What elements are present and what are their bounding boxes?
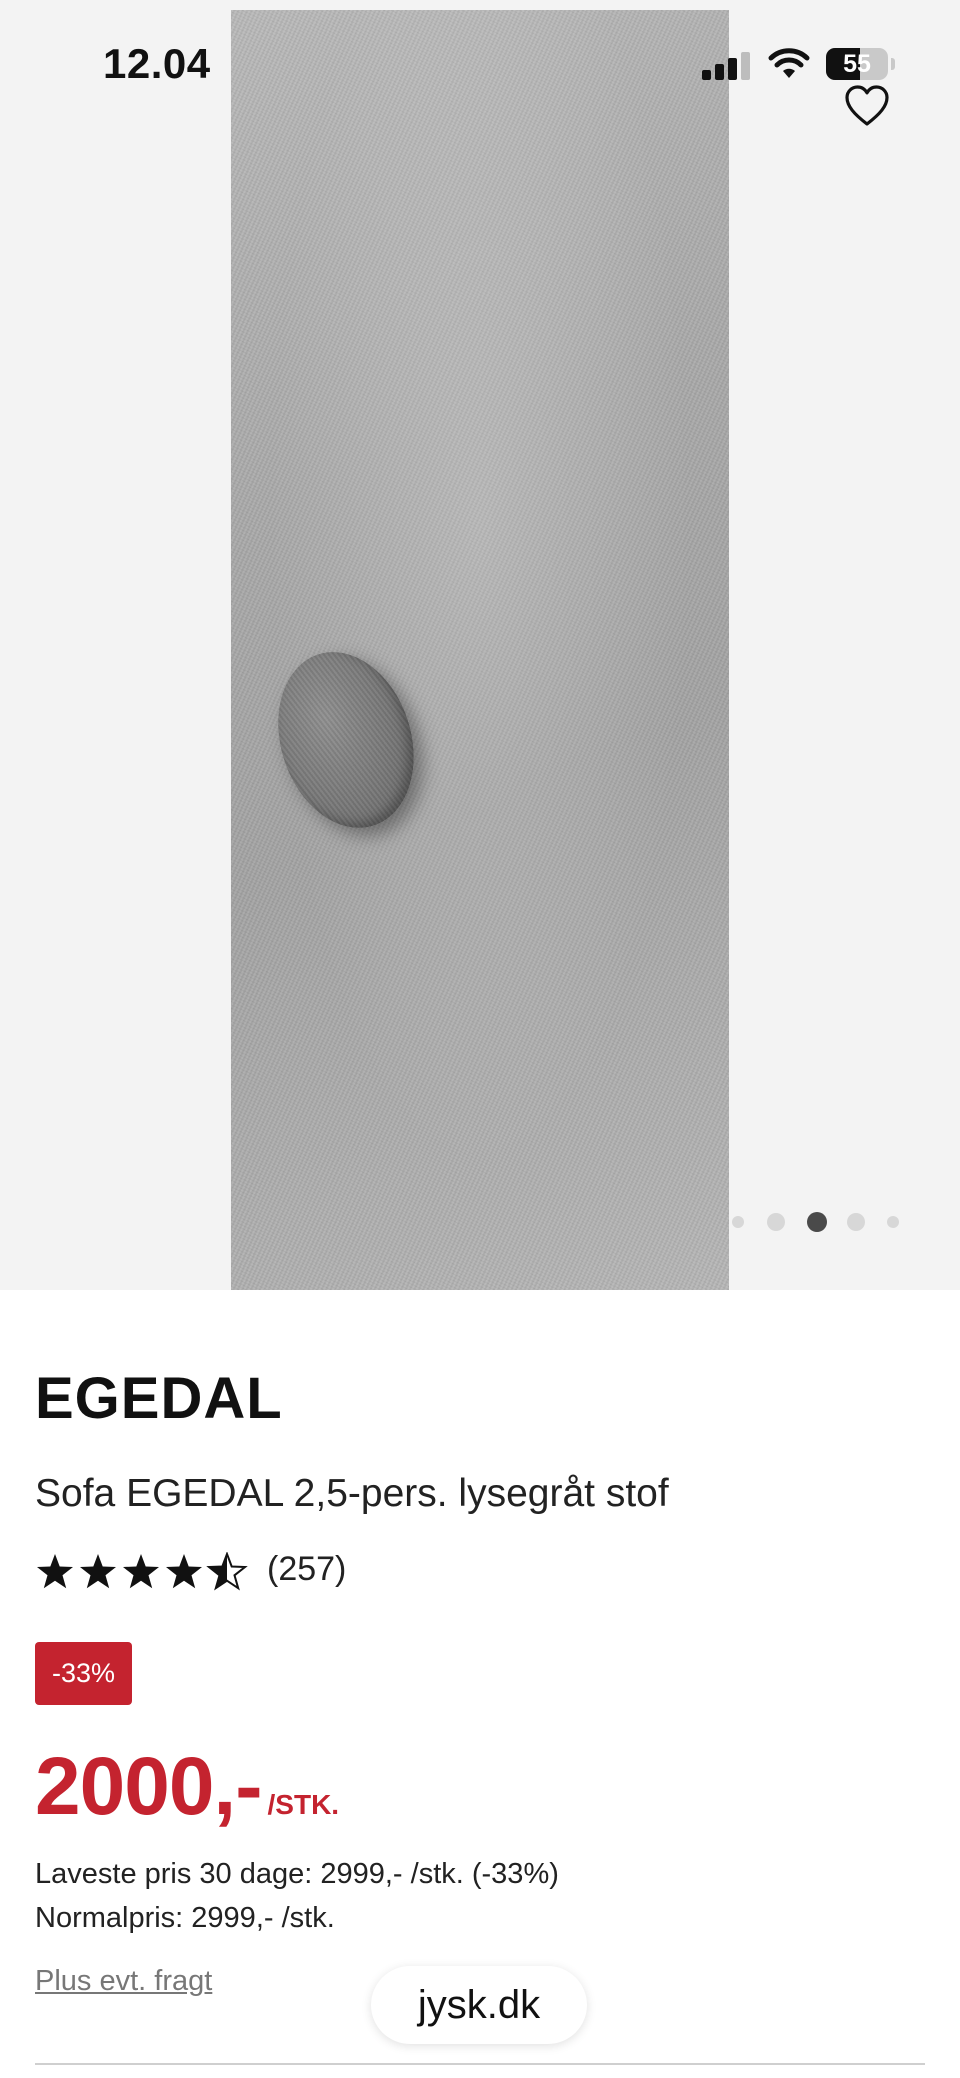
star-icon [80, 1554, 116, 1589]
product-rating[interactable]: (257) [35, 1550, 535, 1598]
star-half-icon [208, 1553, 246, 1590]
gallery-pagination [732, 1210, 912, 1234]
freight-link[interactable]: Plus evt. fragt [35, 1965, 212, 1998]
wifi-icon [768, 48, 810, 78]
heart-icon[interactable] [844, 84, 890, 128]
status-time: 12.04 [103, 40, 211, 87]
battery-level: 55 [843, 50, 871, 78]
discount-badge: -33% [35, 1642, 132, 1705]
sofa-button-detail [256, 634, 436, 846]
price-unit: /STK. [267, 1789, 340, 1820]
star-icon [166, 1554, 202, 1589]
star-icon [37, 1554, 73, 1589]
rating-stars [37, 1553, 246, 1590]
price-value: 2000,- [35, 1741, 263, 1832]
product-image-gallery[interactable] [0, 0, 960, 1290]
divider [35, 2063, 925, 2065]
gallery-dot-active[interactable] [807, 1212, 827, 1232]
product-name: Sofa EGEDAL 2,5-pers. lysegråt stof [35, 1472, 669, 1515]
normal-price-info: Normalpris: 2999,- /stk. [35, 1902, 335, 1934]
gallery-dot[interactable] [732, 1216, 744, 1228]
status-bar: 12.04 55 [0, 0, 960, 120]
star-icon [123, 1554, 159, 1589]
product-brand: EGEDAL [35, 1366, 283, 1431]
product-image[interactable] [231, 10, 729, 1290]
gallery-dot[interactable] [767, 1213, 785, 1231]
gallery-dot[interactable] [887, 1216, 899, 1228]
lowest-price-info: Laveste pris 30 dage: 2999,- /stk. (-33%… [35, 1858, 559, 1890]
review-count[interactable]: (257) [267, 1550, 346, 1589]
signal-icon [702, 50, 752, 80]
battery-icon: 55 [826, 48, 888, 80]
product-price: 2000,-/STK. [35, 1740, 339, 1834]
browser-url-bar[interactable]: jysk.dk [371, 1966, 587, 2044]
gallery-dot[interactable] [847, 1213, 865, 1231]
